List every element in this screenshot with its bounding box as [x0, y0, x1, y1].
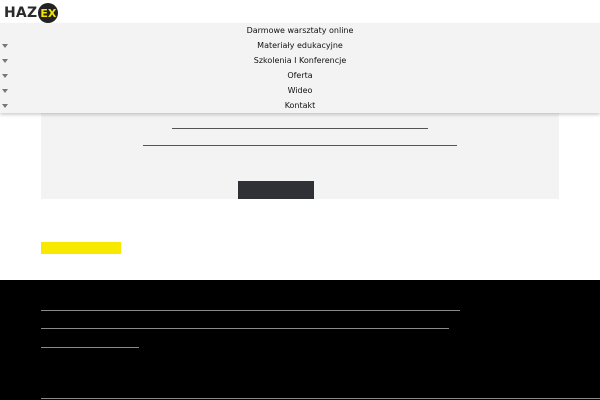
nav-item-label: Materiały edukacyjne [257, 41, 343, 50]
chevron-down-icon[interactable] [2, 88, 8, 93]
chevron-down-icon[interactable] [2, 73, 8, 78]
site-logo[interactable]: HAZ EX [4, 3, 59, 23]
nav-item-darmowe-warsztaty[interactable]: Darmowe warsztaty online [0, 23, 600, 38]
nav-item-wideo[interactable]: Wideo [0, 83, 600, 98]
nav-item-materialy[interactable]: Materiały edukacyjne [0, 38, 600, 53]
footer-divider [41, 310, 460, 311]
nav-item-szkolenia[interactable]: Szkolenia I Konferencje [0, 53, 600, 68]
logo-badge: EX [38, 3, 59, 23]
footer-divider [41, 398, 600, 399]
nav-item-label: Oferta [287, 71, 313, 80]
divider-line [172, 128, 428, 129]
footer-divider [41, 347, 139, 348]
cta-button[interactable] [238, 181, 314, 199]
chevron-down-icon[interactable] [2, 103, 8, 108]
logo-text: HAZ [4, 5, 38, 21]
nav-item-oferta[interactable]: Oferta [0, 68, 600, 83]
divider-line [143, 145, 457, 146]
nav-item-label: Kontakt [284, 101, 316, 110]
chevron-down-icon[interactable] [2, 43, 8, 48]
nav-item-label: Darmowe warsztaty online [246, 26, 354, 35]
main-navigation: Darmowe warsztaty online Materiały eduka… [0, 23, 600, 113]
nav-item-kontakt[interactable]: Kontakt [0, 98, 600, 113]
chevron-down-icon[interactable] [2, 58, 8, 63]
footer-divider [41, 328, 449, 329]
site-footer [0, 280, 600, 400]
nav-item-label: Szkolenia I Konferencje [253, 56, 347, 65]
accent-bar [41, 242, 121, 254]
nav-item-label: Wideo [287, 86, 313, 95]
